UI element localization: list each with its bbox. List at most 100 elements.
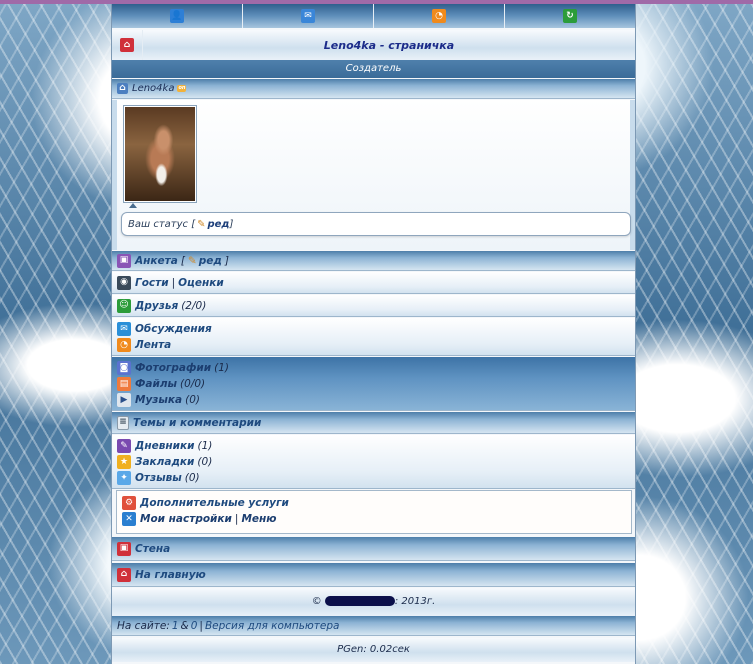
online-label: На сайте: <box>117 619 170 632</box>
music-count: (0) <box>185 394 200 406</box>
menu-diaries[interactable]: ✎ Дневники (1) <box>112 438 635 454</box>
discussions-label: Обсуждения <box>135 323 212 335</box>
mail-icon: ✉ <box>301 9 315 23</box>
creator-label: Создатель <box>112 60 635 78</box>
profile-card-icon: ▣ <box>117 253 131 268</box>
wrench-icon: ✕ <box>122 512 136 526</box>
photos-label: Фотографии <box>135 362 212 374</box>
anketa-label: Анкета <box>135 254 178 267</box>
online-bar: На сайте: 1 & 0 | Версия для компьютера <box>112 616 635 636</box>
menu-bookmarks[interactable]: ★ Закладки (0) <box>112 454 635 470</box>
pencil-icon: ✎ <box>187 254 197 267</box>
online-guests-link[interactable]: 0 <box>191 620 198 632</box>
user-header: ⌂ Leno4ka on <box>112 79 635 99</box>
folder-icon: ▤ <box>117 377 131 391</box>
online-users-link[interactable]: 1 <box>172 620 179 632</box>
menu-group-social: ✉ Обсуждения ◔ Лента <box>112 318 635 356</box>
profile-box: Ваш статус [ ✎ ред ] <box>112 100 635 250</box>
rss-icon: ◔ <box>117 338 131 352</box>
separator: | <box>234 513 239 525</box>
pen-icon: ✎ <box>117 439 131 453</box>
avatar-menu-arrow-icon[interactable] <box>129 203 137 208</box>
guests-link[interactable]: Гости <box>135 277 169 289</box>
nav-feed-button[interactable]: ◔ <box>374 4 505 28</box>
status-field[interactable]: Ваш статус [ ✎ ред ] <box>121 212 631 236</box>
menu-photos[interactable]: ◙ Фотографии (1) <box>112 360 635 376</box>
online-badge-icon: on <box>177 85 187 92</box>
rss-icon: ◔ <box>432 9 446 23</box>
chat-icon: ✉ <box>117 322 131 336</box>
user-icon: 👤 <box>170 9 184 23</box>
menu-discussions[interactable]: ✉ Обсуждения <box>112 321 635 337</box>
redacted-site-name <box>324 596 395 606</box>
photos-count: (1) <box>214 362 230 374</box>
avatar-image <box>125 107 195 201</box>
menu-group-account: ⚙ Дополнительные услуги ✕ Мои настройки … <box>116 490 632 534</box>
copyright-year: : 2013г. <box>394 596 436 607</box>
menu-services[interactable]: ⚙ Дополнительные услуги <box>117 495 631 511</box>
status-suffix: ] <box>229 218 234 230</box>
diaries-label: Дневники <box>135 440 195 452</box>
feed-label: Лента <box>135 339 172 351</box>
wall-icon: ▣ <box>117 541 131 556</box>
separator: | <box>199 619 203 632</box>
desktop-version-link[interactable]: Версия для компьютера <box>205 620 339 632</box>
menu-group-content: ✎ Дневники (1) ★ Закладки (0) ✦ Отзывы (… <box>112 435 635 489</box>
amp: & <box>180 619 189 632</box>
bookmarks-label: Закладки <box>135 456 195 468</box>
wall-label: Стена <box>135 542 171 555</box>
nav-profile-button[interactable]: 👤 <box>112 4 243 28</box>
home-icon: ⌂ <box>117 567 131 582</box>
menu-wall[interactable]: ▣ Стена <box>112 537 635 561</box>
document-icon: ≡ <box>117 415 129 430</box>
house-icon: ⌂ <box>117 83 128 94</box>
friends-icon: ☺ <box>117 298 131 313</box>
page-title: Leno4ka - страничка <box>323 38 455 52</box>
top-nav: 👤 ✉ ◔ ↻ <box>112 4 635 28</box>
files-label: Файлы <box>135 378 178 390</box>
menu-files[interactable]: ▤ Файлы (0/0) <box>112 376 635 392</box>
username[interactable]: Leno4ka <box>132 83 174 94</box>
review-icon: ✦ <box>117 471 131 485</box>
nav-mail-button[interactable]: ✉ <box>243 4 374 28</box>
refresh-icon: ↻ <box>563 9 577 23</box>
menu-link[interactable]: Меню <box>241 513 276 525</box>
separator: | <box>171 276 176 289</box>
avatar[interactable] <box>123 105 197 203</box>
reviews-label: Отзывы <box>135 472 182 484</box>
menu-group-media: ◙ Фотографии (1) ▤ Файлы (0/0) ▶ Музыка … <box>112 357 635 411</box>
nav-refresh-button[interactable]: ↻ <box>505 4 635 28</box>
status-prefix: Ваш статус [ <box>128 218 196 230</box>
star-icon: ★ <box>117 455 131 469</box>
home-button[interactable]: ⌂ <box>112 30 143 60</box>
copyright-symbol: © <box>311 596 322 607</box>
title-bar: ⌂ Leno4ka - страничка <box>112 30 635 60</box>
menu-topics[interactable]: ≡ Темы и комментарии <box>112 412 635 434</box>
settings-link[interactable]: Мои настройки <box>140 513 232 525</box>
ratings-link[interactable]: Оценки <box>178 277 224 289</box>
diaries-count: (1) <box>197 440 213 452</box>
friends-count: (2/0) <box>181 299 207 312</box>
menu-home[interactable]: ⌂ На главную <box>112 563 635 587</box>
play-icon: ▶ <box>117 393 131 407</box>
copyright: © : 2013г. <box>112 588 635 616</box>
reviews-count: (0) <box>184 472 200 484</box>
menu-guests: ◉ Гости | Оценки <box>112 272 635 294</box>
menu-friends[interactable]: ☺ Друзья (2/0) <box>112 295 635 317</box>
camera-icon: ◙ <box>117 361 131 375</box>
home-label: На главную <box>135 568 206 581</box>
topics-label: Темы и комментарии <box>133 416 262 429</box>
menu-anketa[interactable]: ▣ Анкета [✎ ред] <box>112 251 635 271</box>
friends-label: Друзья <box>135 299 179 312</box>
menu-reviews[interactable]: ✦ Отзывы (0) <box>112 470 635 486</box>
anketa-edit-link[interactable]: ред <box>199 255 222 267</box>
status-edit-link[interactable]: ред <box>207 219 229 230</box>
services-icon: ⚙ <box>122 496 136 510</box>
pencil-icon: ✎ <box>197 218 206 230</box>
page-container: 👤 ✉ ◔ ↻ ⌂ Leno4ka - страничка Создатель … <box>111 4 636 664</box>
music-label: Музыка <box>135 394 183 406</box>
services-label: Дополнительные услуги <box>140 497 289 509</box>
files-count: (0/0) <box>180 378 206 390</box>
menu-music[interactable]: ▶ Музыка (0) <box>112 392 635 408</box>
menu-feed[interactable]: ◔ Лента <box>112 337 635 353</box>
